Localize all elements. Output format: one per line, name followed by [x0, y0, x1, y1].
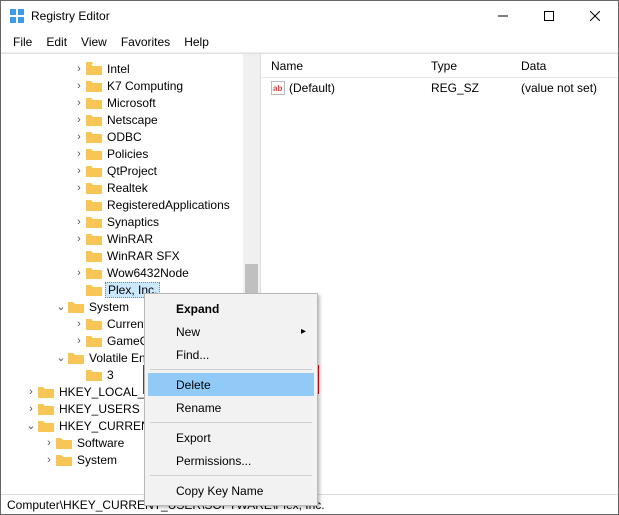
string-value-icon: ab — [271, 81, 285, 95]
ctx-delete[interactable]: Delete — [148, 373, 314, 396]
tree-item[interactable]: K7 Computing — [105, 79, 185, 93]
tree-item[interactable]: Software — [75, 436, 126, 450]
tree-item[interactable]: RegisteredApplications — [105, 198, 232, 212]
chevron-right-icon[interactable]: › — [73, 97, 85, 109]
chevron-right-icon[interactable]: › — [43, 437, 55, 449]
folder-icon — [56, 453, 72, 466]
ctx-rename[interactable]: Rename — [148, 396, 314, 419]
chevron-right-icon[interactable]: › — [73, 267, 85, 279]
chevron-down-icon[interactable]: ⌄ — [55, 300, 67, 313]
ctx-find[interactable]: Find... — [148, 343, 314, 366]
folder-icon — [86, 368, 102, 381]
chevron-down-icon[interactable]: ⌄ — [25, 419, 37, 432]
chevron-right-icon[interactable]: › — [73, 233, 85, 245]
chevron-right-icon[interactable]: › — [73, 131, 85, 143]
folder-icon — [86, 130, 102, 143]
menu-help[interactable]: Help — [178, 33, 215, 51]
value-row[interactable]: ab (Default) REG_SZ (value not set) — [261, 78, 618, 98]
menu-view[interactable]: View — [75, 33, 113, 51]
submenu-arrow-icon: ▸ — [301, 326, 306, 337]
value-data: (value not set) — [511, 79, 607, 97]
folder-icon — [86, 198, 102, 211]
separator — [150, 422, 312, 423]
menubar: File Edit View Favorites Help — [1, 31, 618, 53]
window-title: Registry Editor — [31, 9, 480, 23]
chevron-right-icon[interactable]: › — [73, 63, 85, 75]
chevron-right-icon[interactable]: › — [73, 80, 85, 92]
separator — [150, 369, 312, 370]
folder-icon — [86, 334, 102, 347]
tree-item[interactable]: System — [87, 300, 131, 314]
col-name[interactable]: Name — [261, 55, 421, 77]
chevron-right-icon[interactable]: › — [25, 403, 37, 415]
app-icon — [9, 8, 25, 24]
menu-file[interactable]: File — [7, 33, 38, 51]
maximize-button[interactable] — [526, 1, 572, 31]
chevron-right-icon[interactable]: › — [73, 335, 85, 347]
tree-item[interactable]: Policies — [105, 147, 150, 161]
folder-icon — [86, 113, 102, 126]
context-menu: Expand New▸ Find... Delete Rename Export… — [144, 293, 318, 506]
ctx-export[interactable]: Export — [148, 426, 314, 449]
value-type: REG_SZ — [421, 79, 511, 97]
menu-edit[interactable]: Edit — [40, 33, 73, 51]
folder-icon — [86, 79, 102, 92]
folder-icon — [56, 436, 72, 449]
folder-icon — [86, 62, 102, 75]
tree-item[interactable]: WinRAR — [105, 232, 155, 246]
tree-item[interactable]: Synaptics — [105, 215, 161, 229]
folder-icon — [86, 215, 102, 228]
tree-item[interactable]: Wow6432Node — [105, 266, 191, 280]
folder-icon — [86, 266, 102, 279]
tree-item[interactable]: Realtek — [105, 181, 150, 195]
ctx-new[interactable]: New▸ — [148, 320, 314, 343]
folder-icon — [86, 283, 102, 296]
chevron-right-icon[interactable]: › — [25, 386, 37, 398]
svg-text:ab: ab — [273, 84, 282, 93]
folder-icon — [86, 164, 102, 177]
tree-item[interactable]: WinRAR SFX — [105, 249, 182, 263]
folder-icon — [86, 232, 102, 245]
close-button[interactable] — [572, 1, 618, 31]
tree-item[interactable]: HKEY_USERS — [57, 402, 142, 416]
chevron-right-icon[interactable]: › — [73, 165, 85, 177]
tree-item[interactable]: Microsoft — [105, 96, 158, 110]
folder-icon — [86, 96, 102, 109]
chevron-right-icon[interactable]: › — [73, 216, 85, 228]
menu-favorites[interactable]: Favorites — [115, 33, 176, 51]
ctx-permissions[interactable]: Permissions... — [148, 449, 314, 472]
ctx-expand[interactable]: Expand — [148, 297, 314, 320]
tree-item[interactable]: 3 — [105, 368, 116, 382]
value-name: (Default) — [289, 81, 335, 95]
folder-icon — [38, 402, 54, 415]
folder-icon — [68, 300, 84, 313]
folder-icon — [86, 249, 102, 262]
folder-icon — [86, 317, 102, 330]
folder-icon — [38, 385, 54, 398]
titlebar: Registry Editor — [1, 1, 618, 31]
col-type[interactable]: Type — [421, 55, 511, 77]
chevron-right-icon[interactable]: › — [73, 148, 85, 160]
chevron-down-icon[interactable]: ⌄ — [55, 351, 67, 364]
chevron-right-icon[interactable]: › — [73, 114, 85, 126]
minimize-button[interactable] — [480, 1, 526, 31]
chevron-right-icon[interactable]: › — [73, 318, 85, 330]
chevron-right-icon[interactable]: › — [43, 454, 55, 466]
separator — [150, 475, 312, 476]
chevron-right-icon[interactable]: › — [73, 182, 85, 194]
ctx-copy-key-name[interactable]: Copy Key Name — [148, 479, 314, 502]
folder-icon — [86, 181, 102, 194]
col-data[interactable]: Data — [511, 55, 556, 77]
tree-item[interactable]: Netscape — [105, 113, 160, 127]
tree-item[interactable]: QtProject — [105, 164, 159, 178]
folder-icon — [68, 351, 84, 364]
tree-item[interactable]: Intel — [105, 62, 132, 76]
folder-icon — [38, 419, 54, 432]
tree-item[interactable]: ODBC — [105, 130, 144, 144]
tree-item[interactable]: System — [75, 453, 119, 467]
folder-icon — [86, 147, 102, 160]
